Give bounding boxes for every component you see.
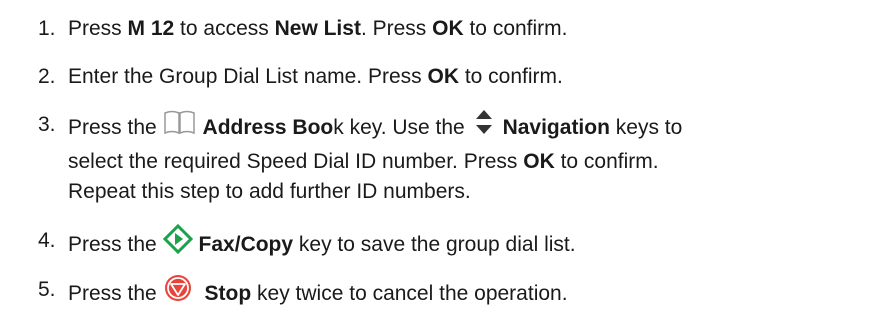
step-number: 4.: [38, 229, 56, 252]
step-5: 5. Press the Stop key twice to cancel th…: [38, 275, 568, 314]
step-4: 4. Press the Fax/Copy key to save the gr…: [38, 223, 576, 265]
step-text: Press M 12 to access New List. Press OK …: [68, 17, 568, 40]
up-down-arrows-icon: [471, 108, 497, 145]
step-3: 3. Press the Address Book key. Use the N…: [38, 110, 682, 207]
step-number: 1.: [38, 17, 56, 40]
step-number: 2.: [38, 65, 56, 88]
stop-icon: [163, 273, 193, 312]
step-text: Press the Address Book key. Use the Navi…: [68, 110, 682, 207]
step-number: 5.: [38, 278, 56, 301]
step-1: 1. Press M 12 to access New List. Press …: [38, 14, 568, 44]
step-text: Press the Stop key twice to cancel the o…: [68, 275, 568, 314]
step-text: Enter the Group Dial List name. Press OK…: [68, 65, 563, 88]
book-icon: [163, 109, 197, 144]
diamond-start-icon: [162, 223, 193, 263]
step-2: 2. Enter the Group Dial List name. Press…: [38, 62, 563, 92]
step-number: 3.: [38, 113, 56, 136]
step-text: Press the Fax/Copy key to save the group…: [68, 223, 576, 265]
